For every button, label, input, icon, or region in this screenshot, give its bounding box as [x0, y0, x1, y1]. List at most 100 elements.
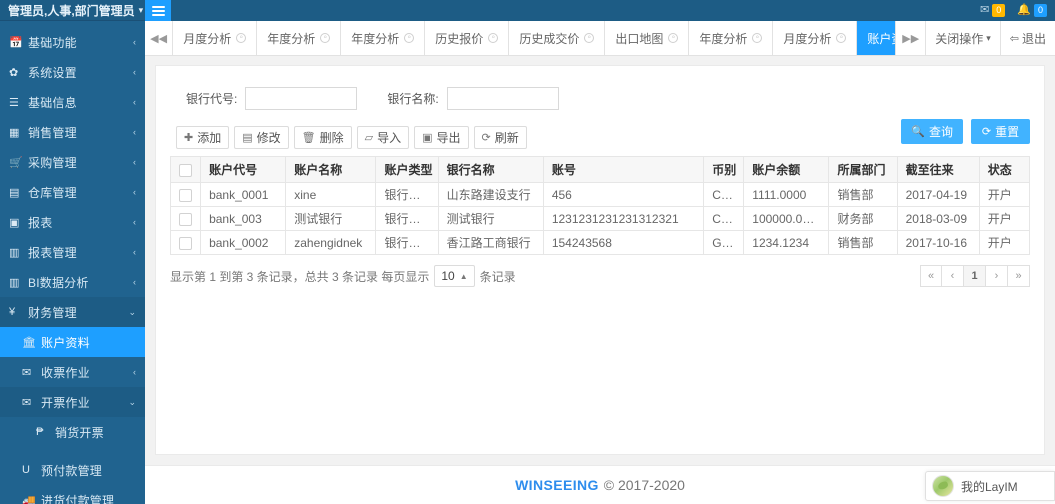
- tab-label: 年度分析: [351, 31, 400, 46]
- edit-button[interactable]: ▤ 修改: [234, 125, 289, 149]
- tab-3[interactable]: 历史报价 ◦: [425, 21, 510, 55]
- sidebar-item-4[interactable]: 🛒 采购管理 ‹: [0, 147, 145, 177]
- page-current[interactable]: 1: [964, 265, 986, 287]
- column-header-6: 账户余额: [743, 156, 830, 183]
- bank-code-input[interactable]: [245, 86, 358, 110]
- close-icon[interactable]: ◦: [752, 33, 763, 43]
- page-nav-4[interactable]: »: [1008, 265, 1030, 287]
- tab-7[interactable]: 月度分析 ◦: [773, 21, 858, 55]
- page-size-select[interactable]: 10 ▲: [434, 265, 475, 287]
- cell-账户代号: bank_0001: [200, 182, 287, 207]
- cell-状态: 开户: [978, 206, 1031, 231]
- export-button[interactable]: ▣ 导出: [414, 125, 469, 149]
- page-nav-1[interactable]: ‹: [942, 265, 964, 287]
- tabs-scroll-left-button[interactable]: ◀◀: [145, 21, 174, 55]
- close-icon[interactable]: ◦: [584, 33, 595, 43]
- close-operations-dropdown[interactable]: 关闭操作 ▾: [925, 21, 1000, 55]
- refresh-icon: ⟳: [981, 126, 992, 138]
- cell-截至往来: 2017-04-19: [896, 182, 980, 207]
- sidebar-item-12[interactable]: ✉ 开票作业 ⌄: [0, 387, 145, 417]
- sidebar-item-7[interactable]: ▥ 报表管理 ‹: [0, 237, 145, 267]
- tab-8[interactable]: 账户资料◦: [857, 21, 896, 55]
- sidebar-item-6[interactable]: ▣ 报表 ‹: [0, 207, 145, 237]
- delete-button[interactable]: 🗑 删除: [293, 125, 352, 149]
- close-icon[interactable]: ◦: [404, 33, 415, 43]
- bank-code-label: 银行代号:: [186, 91, 238, 106]
- tab-0[interactable]: 月度分析 ◦: [173, 21, 258, 55]
- bank-name-input[interactable]: [446, 86, 559, 110]
- tab-6[interactable]: 年度分析 ◦: [689, 21, 774, 55]
- table-row[interactable]: bank_003 测试银行 银行账户 测试银行 1231231231231312321 C…: [169, 206, 1031, 231]
- sidebar-item-3[interactable]: ▦ 销售管理 ‹: [0, 117, 145, 147]
- add-button[interactable]: ✚ 添加: [176, 125, 230, 149]
- import-button[interactable]: ▱ 导入: [356, 125, 410, 149]
- query-label: 查询: [928, 125, 953, 139]
- cell-账号: 1231231231231312321: [542, 206, 705, 231]
- cell-截至往来: 2018-03-09: [896, 206, 980, 231]
- sidebar-item-5[interactable]: ▤ 仓库管理 ‹: [0, 177, 145, 207]
- invoice-icon: ₱: [36, 426, 44, 438]
- table-row[interactable]: bank_0002 zahengidnek 银行账户 香江路工商银行 154243568…: [169, 230, 1031, 255]
- table-header-row: 账户代号 账户名称 账户类型 银行名称 账号 币别 账户余额 所属部门 截至往来 状态: [169, 156, 1031, 183]
- cell-账户类型: 银行账户: [375, 230, 439, 255]
- topbar-right: ✉ 0 🔔 0: [980, 4, 1055, 17]
- search-form: 银行代号: 银行名称:: [156, 66, 1044, 114]
- tab-2[interactable]: 年度分析 ◦: [341, 21, 426, 55]
- cell-所属部门: 销售部: [828, 182, 898, 207]
- select-all-checkbox[interactable]: [179, 163, 192, 177]
- sidebar-item-label: 开票作业: [41, 395, 90, 410]
- tab-4[interactable]: 历史成交价 ◦: [509, 21, 606, 55]
- sidebar-item-8[interactable]: ▥ BI数据分析 ‹: [0, 267, 145, 297]
- chevron-right-icon: ‹: [133, 217, 136, 227]
- crud-buttons: ✚ 添加 ▤ 修改 🗑 删除 ▱ 导入 ▣ 导出 ⟳ 刷新: [176, 125, 532, 149]
- tab-1[interactable]: 年度分析 ◦: [257, 21, 342, 55]
- sidebar-item-9[interactable]: ¥ 财务管理 ⌄: [0, 297, 145, 327]
- query-button[interactable]: 🔍 查询: [901, 119, 963, 144]
- sidebar-item-11[interactable]: ✉ 收票作业 ‹: [0, 357, 145, 387]
- content-panel: 银行代号: 银行名称: ✚ 添加 ▤ 修改 🗑 删除 ▱ 导入 ▣ 导出 ⟳ 刷新 🔍 查询 ⟳ 重置: [155, 65, 1045, 455]
- sidebar-item-0[interactable]: 📅 基础功能 ‹: [0, 27, 145, 57]
- edit-icon: ▤: [242, 131, 253, 144]
- page-nav-3[interactable]: ›: [986, 265, 1008, 287]
- column-header-0: 账户代号: [200, 156, 287, 183]
- sidebar-item-2[interactable]: ☰ 基础信息 ‹: [0, 87, 145, 117]
- refresh-button[interactable]: ⟳ 刷新: [473, 125, 527, 149]
- bell-icon: 🔔: [1017, 4, 1031, 16]
- warehouse-icon: ▤: [9, 186, 20, 199]
- double-chevron-right-icon: ▶▶: [902, 32, 920, 45]
- logout-button[interactable]: ⇦ 退出: [999, 21, 1055, 55]
- table-row[interactable]: bank_0001 xine 银行账户 山东路建设支行 456 CNY 1111.0000 销…: [169, 182, 1031, 207]
- notifications-button[interactable]: 🔔 0: [1017, 4, 1047, 17]
- page-nav-0[interactable]: «: [920, 265, 942, 287]
- close-icon[interactable]: ◦: [488, 33, 499, 43]
- tab-label: 年度分析: [267, 31, 316, 46]
- table-body: bank_0001 xine 银行账户 山东路建设支行 456 CNY 1111.0000 销…: [169, 182, 1031, 255]
- tab-5[interactable]: 出口地图 ◦: [605, 21, 690, 55]
- close-icon[interactable]: ◦: [668, 33, 679, 43]
- messages-button[interactable]: ✉ 0: [980, 4, 1006, 17]
- row-checkbox[interactable]: [179, 236, 193, 250]
- row-select-cell: [169, 230, 202, 255]
- envelope-icon: ✉: [22, 366, 32, 379]
- sidebar-item-1[interactable]: ✿ 系统设置 ‹: [0, 57, 145, 87]
- sidebar-item-13[interactable]: ₱ 销货开票: [0, 417, 145, 447]
- close-icon[interactable]: ◦: [236, 33, 247, 43]
- close-icon[interactable]: ◦: [320, 33, 331, 43]
- close-icon[interactable]: ◦: [836, 33, 847, 43]
- chat-widget[interactable]: 我的LayIM: [925, 471, 1055, 501]
- sidebar-user-dropdown[interactable]: 管理员,人事,部门管理员 ▾: [0, 0, 145, 21]
- menu-icon[interactable]: [145, 0, 171, 21]
- row-checkbox[interactable]: [179, 188, 193, 202]
- reset-button[interactable]: ⟳ 重置: [971, 119, 1030, 144]
- sidebar-item-16[interactable]: 🚚 进货付款管理: [0, 485, 145, 504]
- chevron-down-icon: ⌄: [128, 306, 136, 317]
- tabs-scroll-right-button[interactable]: ▶▶: [895, 21, 925, 55]
- sidebar-item-10[interactable]: 🏛 账户资料: [0, 327, 145, 357]
- sidebar-item-label: 预付款管理: [41, 463, 103, 478]
- row-checkbox[interactable]: [179, 212, 193, 226]
- gear-icon: ✿: [9, 66, 19, 79]
- sidebar-item-15[interactable]: U 预付款管理: [0, 455, 145, 485]
- cell-所属部门: 财务部: [828, 206, 898, 231]
- grid-icon: ▦: [9, 126, 20, 139]
- search-icon: 🔍: [911, 126, 925, 138]
